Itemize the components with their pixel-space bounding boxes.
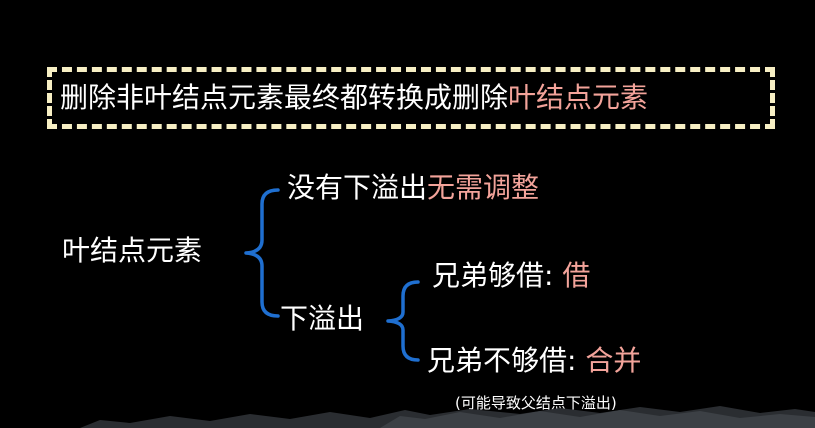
decorative-hills [80,406,815,428]
